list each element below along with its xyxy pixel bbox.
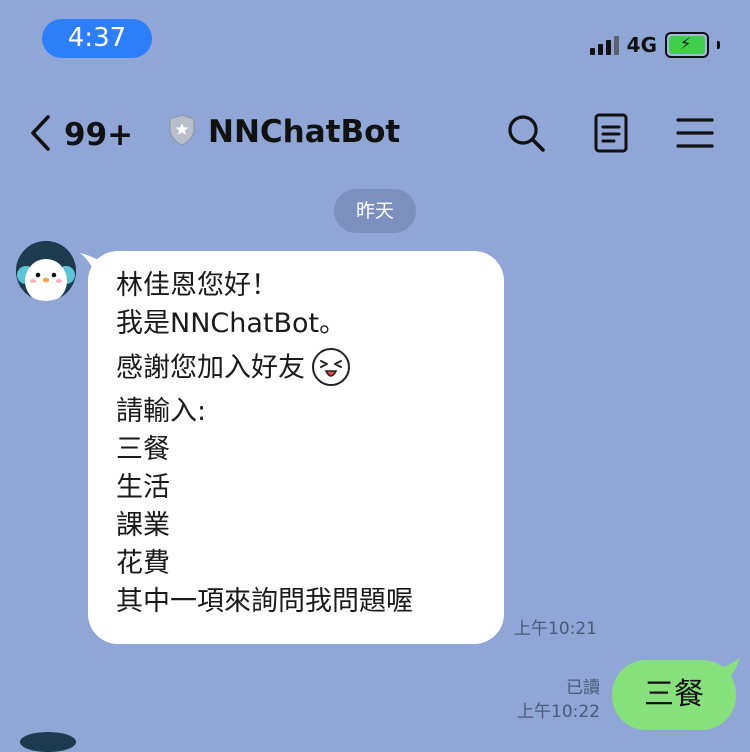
chevron-left-icon [28, 114, 54, 156]
message-line: 花費 [116, 548, 170, 579]
status-time: 4:37 [42, 19, 152, 58]
notes-button[interactable] [590, 112, 632, 154]
status-indicators: 4G ⚡ [589, 32, 720, 58]
laughing-face-emoji-icon [311, 347, 351, 387]
message-line: 三餐 [116, 434, 170, 465]
message-line: 請輸入: [116, 396, 207, 427]
chat-title: NNChatBot [208, 114, 401, 150]
incoming-message-bubble[interactable]: 林佳恩您好！ 我是NNChatBot。 感謝您加入好友 請輸入: 三餐 生活 課… [88, 251, 504, 644]
message-line: 其中一項來詢問我問題喔 [116, 586, 413, 617]
next-avatar-edge [20, 732, 76, 752]
outgoing-meta: 已讀 上午10:22 [517, 676, 600, 724]
menu-button[interactable] [674, 112, 716, 154]
search-button[interactable] [505, 112, 547, 154]
message-line-with-emoji: 感謝您加入好友 [116, 347, 504, 389]
message-line: 生活 [116, 472, 170, 503]
read-receipt: 已讀 [566, 678, 600, 698]
back-button[interactable]: 99+ [28, 114, 133, 156]
message-line: 感謝您加入好友 [116, 352, 305, 384]
bot-avatar[interactable] [16, 241, 76, 301]
message-line: 林佳恩您好！ [116, 270, 278, 301]
network-type: 4G [626, 33, 657, 57]
search-icon [505, 115, 547, 158]
date-divider: 昨天 [334, 189, 416, 233]
chat-title-group[interactable]: NNChatBot [168, 114, 400, 150]
battery-tip [717, 41, 720, 49]
outgoing-message-bubble[interactable]: 三餐 [612, 660, 736, 730]
battery-icon: ⚡ [665, 32, 709, 58]
incoming-timestamp: 上午10:21 [514, 619, 597, 639]
shield-star-icon [168, 114, 196, 150]
unread-count: 99+ [64, 117, 134, 153]
chat-header: 99+ NNChatBot [0, 100, 750, 164]
notes-icon [590, 113, 632, 158]
message-line: 課業 [116, 510, 170, 541]
message-line: 我是NNChatBot。 [116, 308, 347, 339]
signal-icon [589, 35, 619, 55]
outgoing-timestamp: 上午10:22 [517, 702, 600, 722]
menu-icon [674, 118, 716, 158]
